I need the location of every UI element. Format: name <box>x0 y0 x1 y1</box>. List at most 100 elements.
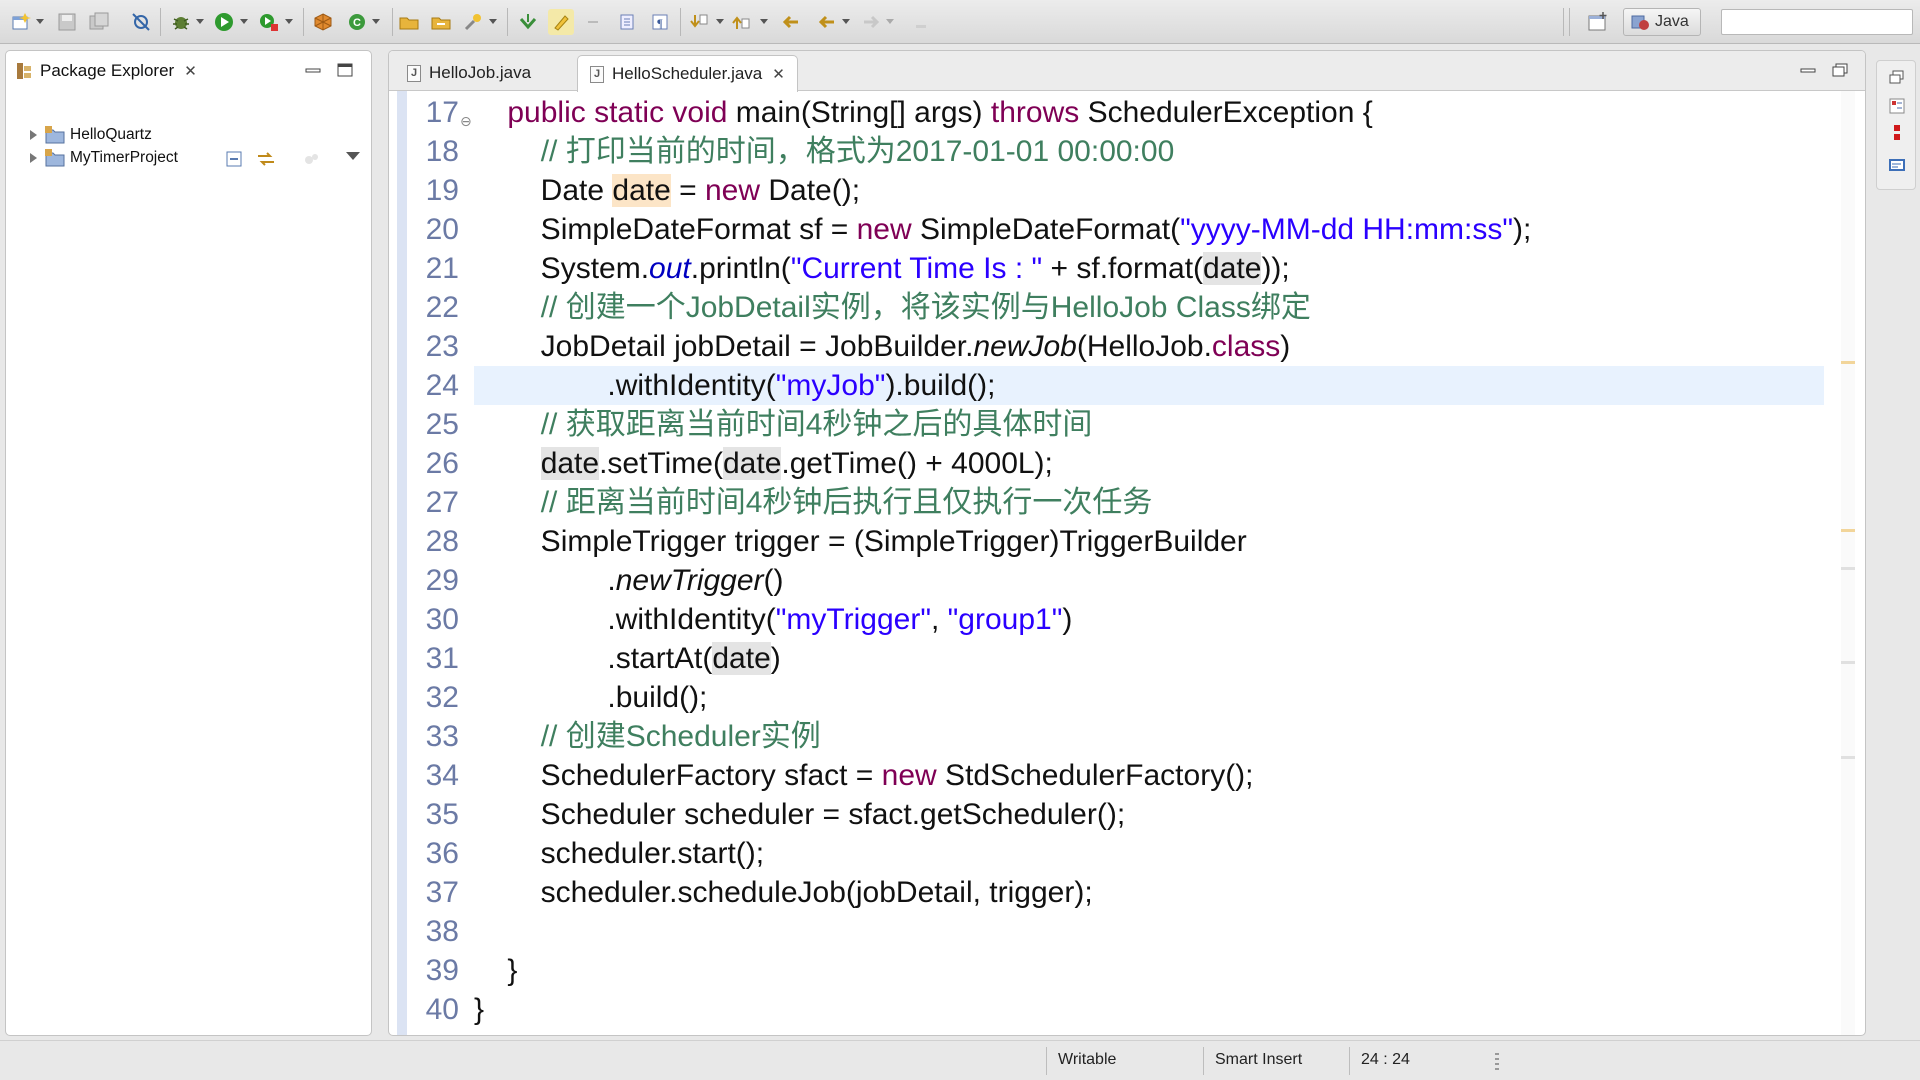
code-line[interactable] <box>474 912 1824 951</box>
occurrence-marker[interactable] <box>1841 661 1855 664</box>
new-icon[interactable] <box>8 9 34 35</box>
previous-edit-dropdown-icon[interactable] <box>760 19 768 24</box>
code-line[interactable]: SimpleDateFormat sf = new SimpleDateForm… <box>474 210 1824 249</box>
toggle-block-selection-icon[interactable] <box>580 9 606 35</box>
code-line[interactable]: date.setTime(date.getTime() + 4000L); <box>474 444 1824 483</box>
code-token: SchedulerException { <box>1079 96 1373 129</box>
package-explorer-tab[interactable]: Package Explorer ✕ <box>6 51 226 91</box>
expand-arrow-icon[interactable] <box>30 153 37 163</box>
tab-hellojob[interactable]: J HelloJob.java <box>395 55 543 91</box>
new-class-dropdown-icon[interactable] <box>372 19 380 24</box>
previous-edit-icon[interactable] <box>728 9 754 35</box>
code-line[interactable]: Scheduler scheduler = sfact.getScheduler… <box>474 795 1824 834</box>
restore-editor-icon[interactable] <box>1831 63 1849 77</box>
save-all-icon[interactable] <box>86 9 112 35</box>
code-token: } <box>474 993 485 1026</box>
maximize-view-icon[interactable] <box>336 63 354 77</box>
view-menu-icon[interactable] <box>346 152 360 160</box>
code-line[interactable]: } <box>474 990 1824 1029</box>
restore-icon[interactable] <box>1888 69 1906 87</box>
code-line[interactable]: } <box>474 951 1824 990</box>
new-java-project-icon[interactable] <box>310 9 336 35</box>
occurrence-marker[interactable] <box>1841 529 1855 532</box>
search-icon[interactable] <box>460 9 486 35</box>
tree-item-mytimerproject[interactable]: MyTimerProject <box>30 147 178 169</box>
code-line[interactable]: .build(); <box>474 678 1824 717</box>
open-type-icon[interactable] <box>396 9 422 35</box>
close-icon[interactable]: ✕ <box>184 62 197 80</box>
tree-item-helloquartz[interactable]: HelloQuartz <box>30 124 152 146</box>
code-token: .setTime( <box>599 447 723 480</box>
collapse-all-icon[interactable] <box>225 149 245 169</box>
forward-icon[interactable] <box>858 9 884 35</box>
occurrence-marker[interactable] <box>1841 567 1855 570</box>
save-icon[interactable] <box>54 9 80 35</box>
run-icon[interactable] <box>211 9 237 35</box>
occurrence-marker[interactable] <box>1841 756 1855 759</box>
code-line[interactable]: scheduler.start(); <box>474 834 1824 873</box>
outline-icon[interactable] <box>1888 97 1906 115</box>
code-text[interactable]: public static void main(String[] args) t… <box>474 91 1824 1035</box>
run-dropdown-icon[interactable] <box>240 19 248 24</box>
fold-collapse-icon[interactable]: ⊖ <box>460 113 472 130</box>
java-perspective-button[interactable]: Java <box>1623 8 1701 36</box>
show-whitespace-icon[interactable] <box>614 9 640 35</box>
code-line[interactable]: // 创建一个JobDetail实例，将该实例与HelloJob Class绑定 <box>474 288 1824 327</box>
debug-icon[interactable] <box>168 9 194 35</box>
toggle-highlight-icon[interactable] <box>548 9 574 35</box>
code-line[interactable]: .withIdentity("myJob").build(); <box>474 366 1824 405</box>
next-annotation-icon[interactable] <box>515 9 541 35</box>
next-edit-dropdown-icon[interactable] <box>716 19 724 24</box>
open-task-icon[interactable] <box>428 9 454 35</box>
line-number: 24 <box>425 369 459 402</box>
new-java-class-icon[interactable]: C <box>344 9 370 35</box>
skip-breakpoints-icon[interactable] <box>128 9 154 35</box>
run-external-icon[interactable] <box>256 9 282 35</box>
code-line[interactable]: .newTrigger() <box>474 561 1824 600</box>
code-line[interactable]: scheduler.scheduleJob(jobDetail, trigger… <box>474 873 1824 912</box>
code-line[interactable]: SchedulerFactory sfact = new StdSchedule… <box>474 756 1824 795</box>
pin-editor-icon[interactable] <box>908 9 934 35</box>
link-with-editor-icon[interactable] <box>255 149 277 169</box>
code-token: ) <box>770 642 781 675</box>
code-line[interactable]: SimpleTrigger trigger = (SimpleTrigger)T… <box>474 522 1824 561</box>
code-line[interactable]: // 距离当前时间4秒钟后执行且仅执行一次任务 <box>474 483 1824 522</box>
expand-arrow-icon[interactable] <box>30 130 37 140</box>
open-perspective-icon[interactable] <box>1585 10 1611 36</box>
minimize-view-icon[interactable] <box>304 63 322 77</box>
code-line[interactable]: // 创建Scheduler实例 <box>474 717 1824 756</box>
code-area[interactable]: 17 18 19 20 21 22 23 24 25 26 27 28 29 30 31 32 33 34 35 36… <box>389 91 1865 1035</box>
search-dropdown-icon[interactable] <box>489 19 497 24</box>
paragraph-icon[interactable]: ¶ <box>647 9 673 35</box>
debug-dropdown-icon[interactable] <box>196 19 204 24</box>
code-line[interactable]: // 打印当前的时间，格式为2017-01-01 00:00:00 <box>474 132 1824 171</box>
code-line[interactable]: System.out.println("Current Time Is : " … <box>474 249 1824 288</box>
overview-ruler[interactable] <box>1841 91 1855 1035</box>
minimize-editor-icon[interactable] <box>1799 63 1817 77</box>
tab-helloscheduler[interactable]: J HelloScheduler.java ✕ <box>577 55 798 92</box>
code-line[interactable]: .withIdentity("myTrigger", "group1") <box>474 600 1824 639</box>
code-token: "myTrigger" <box>775 603 931 636</box>
focus-active-task-icon[interactable] <box>301 149 321 169</box>
problems-icon[interactable] <box>1888 123 1906 141</box>
close-icon[interactable]: ✕ <box>772 65 785 83</box>
code-line[interactable]: public static void main(String[] args) t… <box>474 93 1824 132</box>
console-icon[interactable] <box>1888 157 1906 175</box>
back-dropdown-icon[interactable] <box>842 19 850 24</box>
code-line[interactable]: // 获取距离当前时间4秒钟之后的具体时间 <box>474 405 1824 444</box>
new-dropdown-icon[interactable] <box>36 19 44 24</box>
next-edit-icon[interactable] <box>686 9 712 35</box>
occurrence-marker[interactable] <box>1841 361 1855 364</box>
forward-dropdown-icon[interactable] <box>886 19 894 24</box>
back-icon[interactable] <box>814 9 840 35</box>
quick-access-input[interactable] <box>1721 9 1913 35</box>
code-line[interactable]: JobDetail jobDetail = JobBuilder.newJob(… <box>474 327 1824 366</box>
last-edit-location-icon[interactable] <box>778 9 804 35</box>
code-line[interactable]: Date date = new Date(); <box>474 171 1824 210</box>
status-bar-grip[interactable] <box>1495 1053 1499 1071</box>
run-external-dropdown-icon[interactable] <box>285 19 293 24</box>
code-token: ) <box>1280 330 1291 363</box>
code-line[interactable]: .startAt(date) <box>474 639 1824 678</box>
